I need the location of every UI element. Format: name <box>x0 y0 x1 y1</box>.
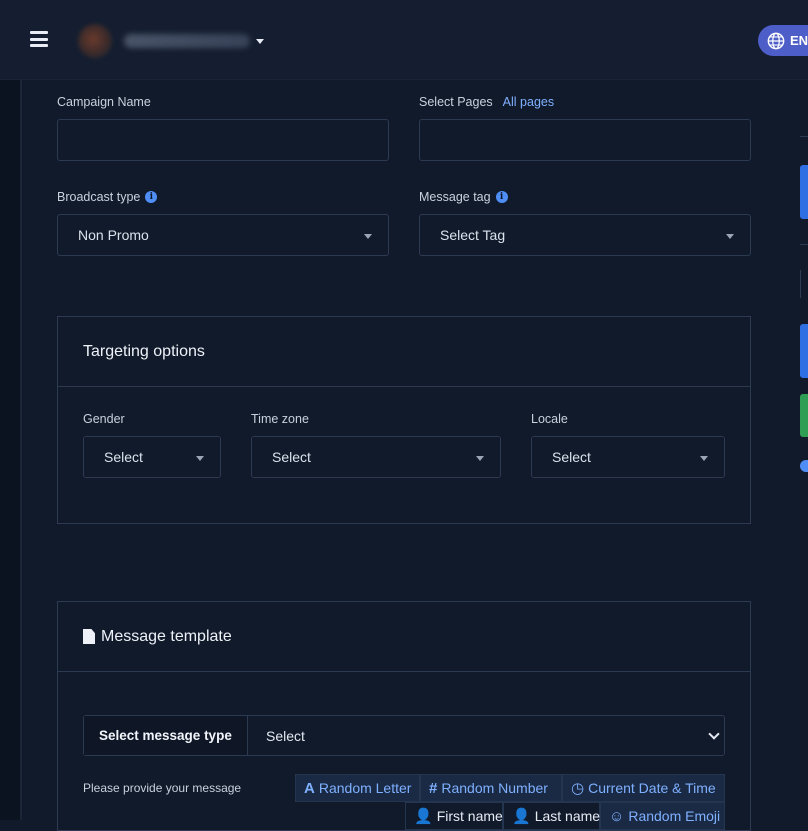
hash-icon: # <box>429 779 438 797</box>
campaign-name-label: Campaign Name <box>57 95 151 109</box>
message-tag-value: Select Tag <box>440 227 506 243</box>
broadcast-type-value: Non Promo <box>78 227 149 243</box>
timezone-label: Time zone <box>251 412 309 426</box>
locale-value: Select <box>552 449 591 465</box>
language-code: EN <box>790 33 808 48</box>
targeting-options-title: Targeting options <box>83 342 205 360</box>
select-pages-input[interactable] <box>419 119 751 161</box>
provide-message-label-text: Please provide your message <box>83 781 242 795</box>
caret-down-icon <box>476 456 484 461</box>
broadcast-type-label-text: Broadcast type <box>57 190 141 204</box>
message-type-group: Select message type Select <box>83 715 725 756</box>
gender-label: Gender <box>83 412 125 426</box>
right-panel-edge <box>800 136 808 137</box>
locale-select[interactable]: Select <box>531 436 725 478</box>
broadcast-type-select[interactable]: Non Promo <box>57 214 389 256</box>
right-blue-button-edge[interactable] <box>800 165 808 219</box>
user-icon: 👤 <box>512 808 531 825</box>
all-pages-link[interactable]: All pages <box>503 95 554 109</box>
message-tag-label-text: Message tag <box>419 190 491 204</box>
caret-down-icon <box>700 456 708 461</box>
random-number-label: Random Number <box>441 780 548 796</box>
caret-down-icon <box>196 456 204 461</box>
current-datetime-label: Current Date & Time <box>588 780 716 796</box>
right-info-icon <box>800 460 808 472</box>
right-blue-button-edge-2[interactable] <box>800 324 808 378</box>
caret-down-icon <box>256 38 264 44</box>
language-switcher[interactable]: EN <box>758 25 808 56</box>
gender-label-text: Gender <box>83 412 125 426</box>
random-emoji-label: Random Emoji <box>628 808 721 824</box>
top-navbar: EN <box>0 0 808 80</box>
sidebar-collapsed <box>0 80 20 820</box>
caret-down-icon <box>726 234 734 239</box>
right-panel-line <box>800 244 808 245</box>
message-tag-label: Message tag i <box>419 190 508 204</box>
info-icon[interactable]: i <box>145 191 158 203</box>
letter-a-icon: A <box>304 779 315 797</box>
user-icon: 👤 <box>414 808 433 825</box>
file-icon <box>83 629 95 644</box>
message-type-label: Select message type <box>84 716 248 755</box>
random-letter-label: Random Letter <box>318 780 412 796</box>
caret-down-icon <box>364 234 372 239</box>
campaign-name-label-text: Campaign Name <box>57 95 151 109</box>
campaign-name-input[interactable] <box>57 119 389 161</box>
chevron-down-icon <box>708 728 720 740</box>
message-tag-select[interactable]: Select Tag <box>419 214 751 256</box>
message-type-value: Select <box>266 727 305 744</box>
locale-label: Locale <box>531 412 568 426</box>
sidebar-divider <box>20 80 22 820</box>
last-name-label: Last name <box>534 808 601 824</box>
random-number-button[interactable]: # Random Number <box>420 774 562 802</box>
provide-message-label: Please provide your message <box>83 781 241 795</box>
message-type-select[interactable]: Select <box>248 716 724 755</box>
first-name-label: First name <box>436 808 503 824</box>
gender-select[interactable]: Select <box>83 436 221 478</box>
message-template-title: Message template <box>101 627 232 645</box>
broadcast-type-label: Broadcast type i <box>57 190 158 204</box>
message-template-header: Message template <box>58 602 750 672</box>
targeting-options-header: Targeting options <box>58 317 750 387</box>
random-letter-button[interactable]: A Random Letter <box>295 774 420 802</box>
select-pages-label-text: Select Pages <box>419 95 493 109</box>
info-icon[interactable]: i <box>495 191 508 203</box>
random-emoji-button[interactable]: ☺ Random Emoji <box>600 802 725 830</box>
timezone-value: Select <box>272 449 311 465</box>
first-name-button[interactable]: 👤 First name <box>405 802 503 830</box>
account-dropdown[interactable] <box>78 22 264 60</box>
clock-icon: ◷ <box>571 780 585 797</box>
gender-value: Select <box>104 449 143 465</box>
current-datetime-button[interactable]: ◷ Current Date & Time <box>562 774 725 802</box>
right-panel-line-2 <box>800 270 808 298</box>
timezone-select[interactable]: Select <box>251 436 501 478</box>
timezone-label-text: Time zone <box>251 412 309 426</box>
globe-icon <box>767 32 785 49</box>
smile-icon: ☺ <box>609 807 625 825</box>
menu-icon[interactable] <box>30 31 48 47</box>
right-green-button-edge[interactable] <box>800 394 808 437</box>
account-name-blurred <box>124 34 250 48</box>
targeting-options-card: Targeting options <box>57 316 751 524</box>
locale-label-text: Locale <box>531 412 568 426</box>
select-pages-label: Select Pages All pages <box>419 95 554 109</box>
avatar <box>78 24 112 58</box>
last-name-button[interactable]: 👤 Last name <box>503 802 600 830</box>
